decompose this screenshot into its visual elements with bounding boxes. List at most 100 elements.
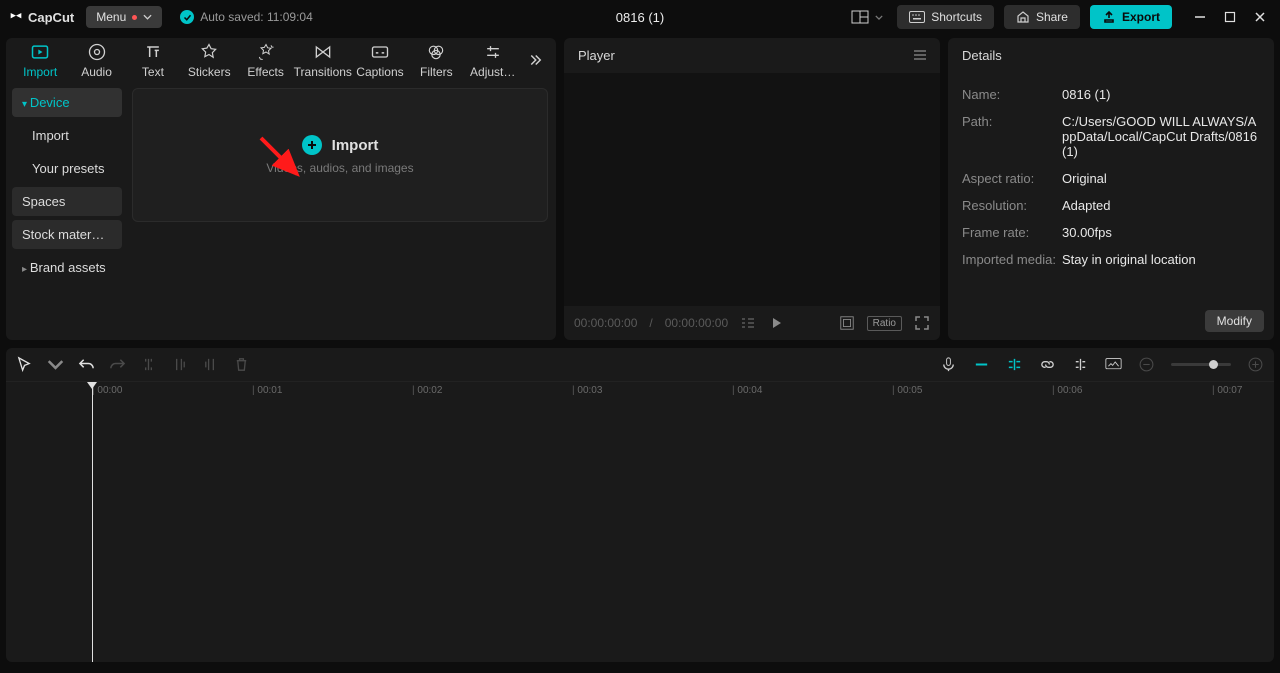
snap-icon xyxy=(1006,356,1023,373)
play-button[interactable] xyxy=(768,315,784,331)
minus-circle-icon xyxy=(1138,356,1155,373)
sidebar-item-brand[interactable]: Brand assets xyxy=(12,253,122,282)
import-drop-zone[interactable]: Import Videos, audios, and images xyxy=(132,88,548,222)
list-icon xyxy=(740,315,756,331)
project-title: 0816 (1) xyxy=(616,10,664,25)
detail-aspect-label: Aspect ratio: xyxy=(962,171,1062,186)
transitions-icon xyxy=(313,42,333,62)
scale-button[interactable] xyxy=(839,315,855,331)
share-icon xyxy=(1016,10,1030,24)
detail-fps-label: Frame rate: xyxy=(962,225,1062,240)
close-button[interactable] xyxy=(1254,11,1266,23)
undo-icon xyxy=(78,356,95,373)
details-panel: Details Name:0816 (1) Path:C:/Users/GOOD… xyxy=(948,38,1274,340)
tab-effects[interactable]: Effects xyxy=(237,39,293,82)
title-bar: CapCut Menu Auto saved: 11:09:04 0816 (1… xyxy=(0,0,1280,34)
slider-thumb[interactable] xyxy=(1209,360,1218,369)
timeline-toolbar xyxy=(6,348,1274,382)
delete-button[interactable] xyxy=(233,356,250,373)
menu-dot-icon xyxy=(132,15,137,20)
layout-button[interactable] xyxy=(847,5,887,29)
detail-media-label: Imported media: xyxy=(962,252,1062,267)
menu-lines-icon xyxy=(912,49,928,61)
redo-button[interactable] xyxy=(109,356,126,373)
details-body: Name:0816 (1) Path:C:/Users/GOOD WILL AL… xyxy=(948,73,1274,304)
app-name: CapCut xyxy=(28,10,74,25)
autosave-status: Auto saved: 11:09:04 xyxy=(180,10,313,24)
adjust-icon xyxy=(483,42,503,62)
text-icon xyxy=(143,42,163,62)
ruler-tick: 00:03 xyxy=(572,385,602,396)
check-icon xyxy=(180,10,194,24)
sidebar-item-presets[interactable]: Your presets xyxy=(12,154,122,183)
app-logo: CapCut xyxy=(8,9,74,25)
fullscreen-button[interactable] xyxy=(914,315,930,331)
share-button[interactable]: Share xyxy=(1004,5,1080,29)
splitright-button[interactable] xyxy=(202,356,219,373)
audio-icon xyxy=(87,42,107,62)
menu-button[interactable]: Menu xyxy=(86,6,162,28)
tab-stickers[interactable]: Stickers xyxy=(181,39,237,82)
undo-button[interactable] xyxy=(78,356,95,373)
detail-aspect-value: Original xyxy=(1062,171,1107,186)
tabs-more-button[interactable] xyxy=(521,51,550,69)
tab-import[interactable]: Import xyxy=(12,39,68,82)
details-header: Details xyxy=(948,38,1274,73)
sidebar-item-device[interactable]: Device xyxy=(12,88,122,117)
redo-icon xyxy=(109,356,126,373)
fullscreen-icon xyxy=(914,315,930,331)
playhead[interactable] xyxy=(92,382,93,662)
zoom-in-button[interactable] xyxy=(1247,356,1264,373)
ratio-button[interactable]: Ratio xyxy=(867,316,902,331)
mic-button[interactable] xyxy=(940,356,957,373)
preview-button[interactable] xyxy=(1072,356,1089,373)
detail-res-label: Resolution: xyxy=(962,198,1062,213)
sidebar-item-spaces[interactable]: Spaces xyxy=(12,187,122,216)
effects-icon xyxy=(256,42,276,62)
modify-button[interactable]: Modify xyxy=(1205,310,1264,332)
tab-audio[interactable]: Audio xyxy=(68,39,124,82)
cover-button[interactable] xyxy=(1105,356,1122,373)
split-button[interactable] xyxy=(140,356,157,373)
magnet-button[interactable] xyxy=(973,356,990,373)
import-icon xyxy=(30,42,50,62)
player-panel: Player 00:00:00:00 / 00:00:00:00 Ratio xyxy=(564,38,940,340)
player-menu-button[interactable] xyxy=(912,49,928,64)
tab-text[interactable]: Text xyxy=(125,39,181,82)
tab-filters[interactable]: Filters xyxy=(408,39,464,82)
split-icon xyxy=(140,356,157,373)
select-tool[interactable] xyxy=(16,356,33,373)
select-tool-dropdown[interactable] xyxy=(47,356,64,373)
topbar-right: Shortcuts Share Export xyxy=(847,5,1272,29)
timecode-total: 00:00:00:00 xyxy=(665,316,728,330)
keyboard-icon xyxy=(909,11,925,23)
timeline-panel: 00:00 00:01 00:02 00:03 00:04 00:05 00:0… xyxy=(6,348,1274,662)
export-button[interactable]: Export xyxy=(1090,5,1172,29)
player-viewport[interactable] xyxy=(564,73,940,306)
zoom-out-button[interactable] xyxy=(1138,356,1155,373)
detail-path-value: C:/Users/GOOD WILL ALWAYS/AppData/Local/… xyxy=(1062,114,1260,159)
maximize-button[interactable] xyxy=(1224,11,1236,23)
cover-icon xyxy=(1105,356,1122,373)
link-button[interactable] xyxy=(1039,356,1056,373)
timeline-ruler[interactable]: 00:00 00:01 00:02 00:03 00:04 00:05 00:0… xyxy=(6,382,1274,402)
player-list-button[interactable] xyxy=(740,315,756,331)
zoom-slider[interactable] xyxy=(1171,363,1231,366)
media-tabs: Import Audio Text Stickers Effects Trans… xyxy=(6,38,556,82)
import-title: Import xyxy=(332,137,379,154)
trash-icon xyxy=(233,356,250,373)
shortcuts-button[interactable]: Shortcuts xyxy=(897,5,994,29)
detail-name-value: 0816 (1) xyxy=(1062,87,1110,102)
splitleft-button[interactable] xyxy=(171,356,188,373)
chevron-down-icon xyxy=(875,15,883,20)
tab-adjust[interactable]: Adjust… xyxy=(465,39,521,82)
link-icon xyxy=(1039,356,1056,373)
sidebar-item-import[interactable]: Import xyxy=(12,121,122,150)
autosnap-button[interactable] xyxy=(1006,356,1023,373)
tab-transitions[interactable]: Transitions xyxy=(294,39,352,82)
minimize-button[interactable] xyxy=(1194,11,1206,23)
detail-fps-value: 30.00fps xyxy=(1062,225,1112,240)
sidebar-item-stock[interactable]: Stock mater… xyxy=(12,220,122,249)
main-row: Import Audio Text Stickers Effects Trans… xyxy=(0,34,1280,340)
tab-captions[interactable]: Captions xyxy=(352,39,408,82)
